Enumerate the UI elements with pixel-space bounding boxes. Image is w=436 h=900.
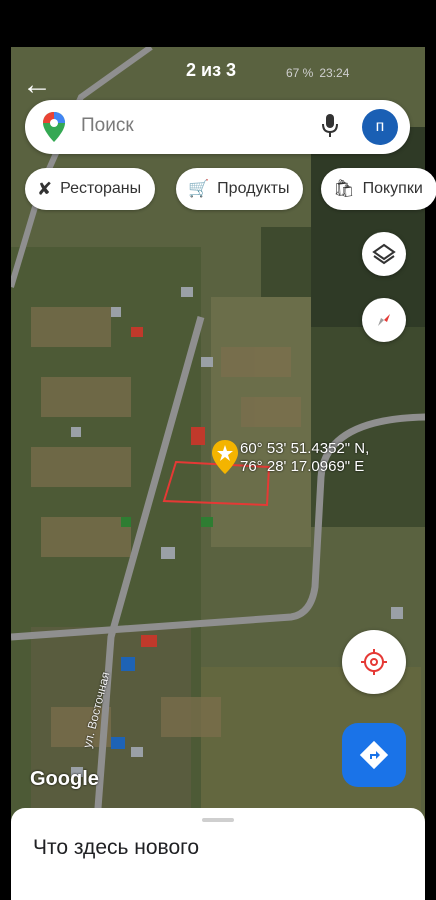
search-input[interactable]: Поиск: [81, 115, 134, 137]
cart-icon: 🛒: [188, 179, 210, 198]
sheet-handle[interactable]: [202, 818, 234, 822]
bottom-sheet[interactable]: Что здесь нового: [11, 808, 425, 900]
avatar[interactable]: п: [362, 109, 398, 145]
layers-button[interactable]: [362, 232, 406, 276]
search-bar[interactable]: Поиск п: [25, 100, 410, 154]
location-target-icon: [361, 649, 387, 675]
latitude-label: 60° 53' 51.4352" N,: [240, 440, 370, 457]
chip-groceries[interactable]: 🛒 Продукты: [176, 168, 304, 210]
chip-shopping[interactable]: 🛍 Покупки: [321, 168, 436, 210]
compass-button[interactable]: [362, 298, 406, 342]
back-arrow-icon[interactable]: ←: [22, 68, 56, 102]
google-attribution: Google: [30, 768, 99, 790]
image-counter: 2 из 3: [186, 60, 237, 80]
time-label: 23:24: [319, 66, 350, 80]
chip-label: Рестораны: [60, 180, 142, 197]
status-bar: 67 % 23:24: [286, 66, 349, 80]
longitude-label: 76° 28' 17.0969" E: [240, 458, 365, 475]
fork-knife-icon: ✘: [37, 178, 53, 199]
maps-pin-logo-icon: [43, 112, 65, 142]
chip-label: Продукты: [217, 180, 290, 197]
layers-icon: [372, 243, 396, 265]
chip-restaurants[interactable]: ✘ Рестораны: [25, 168, 156, 210]
sheet-title: Что здесь нового: [33, 836, 200, 859]
directions-button[interactable]: [342, 723, 406, 787]
star-marker-icon[interactable]: [212, 440, 238, 474]
coordinate-label: 60° 53' 51.4352" N, 76° 28' 17.0969" E: [240, 440, 369, 476]
mic-icon[interactable]: [322, 114, 338, 138]
my-location-button[interactable]: [342, 630, 406, 694]
battery-label: 67 %: [286, 66, 314, 80]
bag-icon: 🛍: [333, 179, 355, 198]
chip-label: Покупки: [362, 180, 423, 197]
compass-icon: [378, 314, 390, 326]
directions-icon: [359, 740, 389, 770]
